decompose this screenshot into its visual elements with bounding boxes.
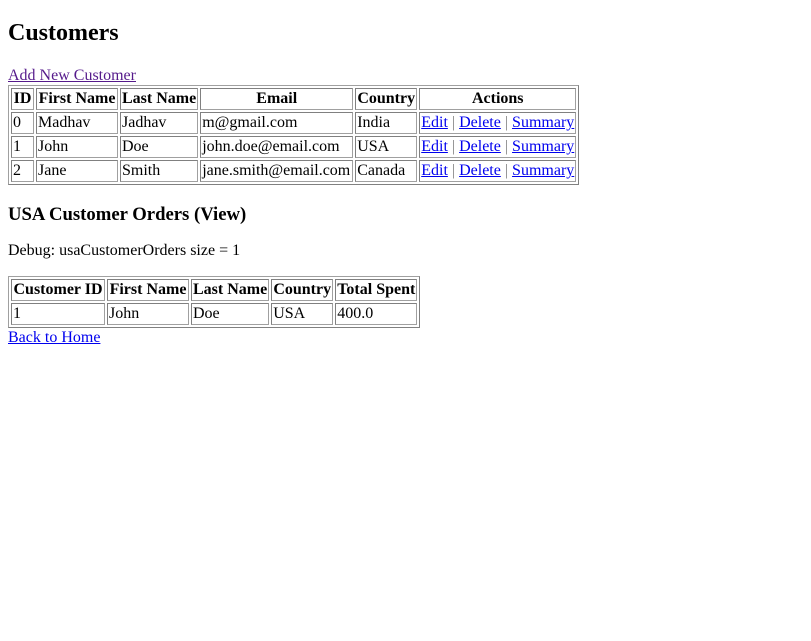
debug-text: Debug: usaCustomerOrders size = 1 bbox=[8, 242, 241, 259]
cell-first-name: John bbox=[107, 303, 189, 325]
cell-last-name: Smith bbox=[120, 160, 199, 182]
column-header-id: ID bbox=[11, 88, 34, 110]
back-to-home-link[interactable]: Back to Home bbox=[8, 329, 100, 346]
action-separator: | bbox=[451, 138, 456, 155]
edit-link[interactable]: Edit bbox=[421, 114, 448, 131]
delete-link[interactable]: Delete bbox=[459, 138, 501, 155]
delete-link[interactable]: Delete bbox=[459, 114, 501, 131]
column-header-total-spent: Total Spent bbox=[335, 279, 418, 301]
cell-id: 0 bbox=[11, 112, 34, 134]
cell-country: Canada bbox=[355, 160, 418, 182]
customers-table-header-row: ID First Name Last Name Email Country Ac… bbox=[11, 88, 577, 110]
cell-email: m@gmail.com bbox=[200, 112, 354, 134]
delete-link[interactable]: Delete bbox=[459, 162, 501, 179]
table-row: 1 John Doe john.doe@email.com USA Edit |… bbox=[11, 136, 577, 158]
cell-country: USA bbox=[271, 303, 334, 325]
summary-link[interactable]: Summary bbox=[512, 114, 574, 131]
action-separator: | bbox=[504, 138, 509, 155]
back-link-container: Back to Home bbox=[8, 328, 803, 347]
column-header-first-name: First Name bbox=[107, 279, 189, 301]
add-new-customer-link[interactable]: Add New Customer bbox=[8, 67, 136, 84]
add-customer-link-container: Add New Customer bbox=[8, 66, 803, 85]
cell-first-name: Jane bbox=[36, 160, 118, 182]
cell-email: john.doe@email.com bbox=[200, 136, 354, 158]
column-header-first-name: First Name bbox=[36, 88, 118, 110]
cell-actions: Edit | Delete | Summary bbox=[419, 112, 577, 134]
cell-last-name: Doe bbox=[191, 303, 270, 325]
cell-country: USA bbox=[355, 136, 418, 158]
cell-total-spent: 400.0 bbox=[335, 303, 418, 325]
column-header-email: Email bbox=[200, 88, 354, 110]
column-header-country: Country bbox=[271, 279, 334, 301]
action-separator: | bbox=[451, 114, 456, 131]
page: Customers Add New Customer ID First Name… bbox=[0, 0, 811, 347]
action-separator: | bbox=[504, 162, 509, 179]
summary-link[interactable]: Summary bbox=[512, 162, 574, 179]
cell-customer-id: 1 bbox=[11, 303, 105, 325]
orders-table-header-row: Customer ID First Name Last Name Country… bbox=[11, 279, 418, 301]
cell-first-name: John bbox=[36, 136, 118, 158]
cell-email: jane.smith@email.com bbox=[200, 160, 354, 182]
cell-id: 1 bbox=[11, 136, 34, 158]
cell-actions: Edit | Delete | Summary bbox=[419, 136, 577, 158]
column-header-last-name: Last Name bbox=[120, 88, 199, 110]
cell-id: 2 bbox=[11, 160, 34, 182]
edit-link[interactable]: Edit bbox=[421, 162, 448, 179]
action-separator: | bbox=[451, 162, 456, 179]
column-header-country: Country bbox=[355, 88, 418, 110]
cell-last-name: Jadhav bbox=[120, 112, 199, 134]
customers-table: ID First Name Last Name Email Country Ac… bbox=[8, 85, 580, 185]
cell-actions: Edit | Delete | Summary bbox=[419, 160, 577, 182]
summary-link[interactable]: Summary bbox=[512, 138, 574, 155]
cell-country: India bbox=[355, 112, 418, 134]
column-header-actions: Actions bbox=[419, 88, 577, 110]
cell-last-name: Doe bbox=[120, 136, 199, 158]
edit-link[interactable]: Edit bbox=[421, 138, 448, 155]
cell-first-name: Madhav bbox=[36, 112, 118, 134]
table-row: 0 Madhav Jadhav m@gmail.com India Edit |… bbox=[11, 112, 577, 134]
table-row: 2 Jane Smith jane.smith@email.com Canada… bbox=[11, 160, 577, 182]
orders-table: Customer ID First Name Last Name Country… bbox=[8, 276, 421, 328]
table-row: 1 John Doe USA 400.0 bbox=[11, 303, 418, 325]
page-title: Customers bbox=[8, 20, 119, 46]
action-separator: | bbox=[504, 114, 509, 131]
orders-section-title: USA Customer Orders (View) bbox=[8, 204, 247, 225]
column-header-last-name: Last Name bbox=[191, 279, 270, 301]
column-header-customer-id: Customer ID bbox=[11, 279, 105, 301]
